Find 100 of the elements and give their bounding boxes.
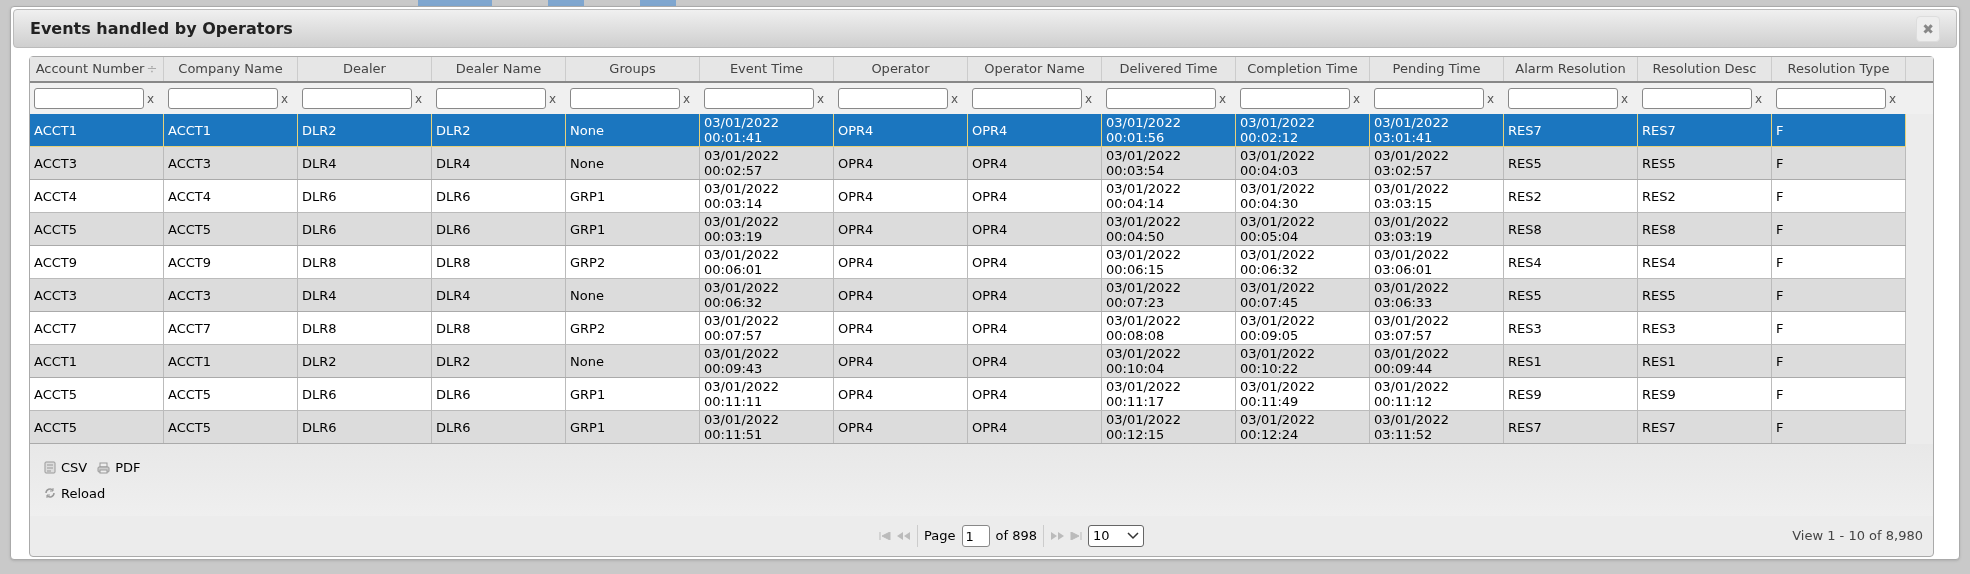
table-cell: OPR4 <box>834 147 968 179</box>
table-cell: RES7 <box>1638 411 1772 443</box>
filter-field[interactable] <box>704 88 814 109</box>
table-cell: DLR6 <box>298 213 432 245</box>
table-cell: DLR6 <box>298 180 432 212</box>
table-cell: 03/01/2022 00:04:30 <box>1236 180 1370 212</box>
clear-filter-button[interactable]: x <box>817 89 825 108</box>
table-cell: RES3 <box>1638 312 1772 344</box>
export-button[interactable]: CSV <box>44 458 88 478</box>
clear-filter-button[interactable]: x <box>683 89 691 108</box>
table-row[interactable]: ACCT5 ACCT5 DLR6 DLR6 GRP1 03/01/2022 00:03:19 OPR4 OPR4 03/01/2022 00:04:50 03/01/2022 00:05:04 03/01/2022 03:03:19 RES8 RES8 F <box>30 213 1906 246</box>
filter-field[interactable] <box>436 88 546 109</box>
clear-filter-button[interactable]: x <box>415 89 423 108</box>
clear-filter-button[interactable]: x <box>951 89 959 108</box>
filter-field[interactable] <box>302 88 412 109</box>
reload-button[interactable]: Reload <box>44 483 106 503</box>
filter-field[interactable] <box>1106 88 1216 109</box>
table-cell: RES5 <box>1504 279 1638 311</box>
table-cell: RES7 <box>1504 114 1638 146</box>
table-row[interactable]: ACCT1 ACCT1 DLR2 DLR2 None 03/01/2022 00:09:43 OPR4 OPR4 03/01/2022 00:10:04 03/01/2022 00:10:22 03/01/2022 00:09:44 RES1 RES1 F <box>30 345 1906 378</box>
table-cell: 03/01/2022 00:11:49 <box>1236 378 1370 410</box>
table-cell: OPR4 <box>834 213 968 245</box>
filter-field[interactable] <box>34 88 144 109</box>
table-cell: RES2 <box>1504 180 1638 212</box>
table-cell: OPR4 <box>968 411 1102 443</box>
table-cell: ACCT7 <box>30 312 164 344</box>
table-cell: F <box>1772 246 1906 278</box>
filter-field[interactable] <box>972 88 1082 109</box>
export-button[interactable]: PDF <box>97 458 141 478</box>
table-row[interactable]: ACCT1 ACCT1 DLR2 DLR2 None 03/01/2022 00:01:41 OPR4 OPR4 03/01/2022 00:01:56 03/01/2022 00:02:12 03/01/2022 03:01:41 RES7 RES7 F <box>30 114 1906 147</box>
table-cell: 03/01/2022 00:02:57 <box>700 147 834 179</box>
table-cell: DLR6 <box>432 180 566 212</box>
table-row[interactable]: ACCT9 ACCT9 DLR8 DLR8 GRP2 03/01/2022 00:06:01 OPR4 OPR4 03/01/2022 00:06:15 03/01/2022 00:06:32 03/01/2022 03:06:01 RES4 RES4 F <box>30 246 1906 279</box>
page-field[interactable]: 1 <box>961 525 990 547</box>
table-cell: RES8 <box>1504 213 1638 245</box>
table-cell: 03/01/2022 00:03:14 <box>700 180 834 212</box>
table-cell: F <box>1772 312 1906 344</box>
table-cell: F <box>1772 378 1906 410</box>
clear-filter-button[interactable]: x <box>1085 89 1093 108</box>
table-cell: ACCT5 <box>164 378 298 410</box>
table-cell: F <box>1772 180 1906 212</box>
clear-filter-button[interactable]: x <box>147 89 155 108</box>
filter-field[interactable] <box>1508 88 1618 109</box>
table-cell: RES2 <box>1638 180 1772 212</box>
table-cell: OPR4 <box>834 114 968 146</box>
table-row[interactable]: ACCT3 ACCT3 DLR4 DLR4 None 03/01/2022 00:06:32 OPR4 OPR4 03/01/2022 00:07:23 03/01/2022 00:07:45 03/01/2022 03:06:33 RES5 RES5 F <box>30 279 1906 312</box>
clear-filter-button[interactable]: x <box>1487 89 1495 108</box>
clear-filter-button[interactable]: x <box>281 89 289 108</box>
filter-field[interactable] <box>1374 88 1484 109</box>
table-cell: DLR4 <box>432 147 566 179</box>
table-cell: 03/01/2022 00:12:15 <box>1102 411 1236 443</box>
table-cell: 03/01/2022 00:11:17 <box>1102 378 1236 410</box>
page-size-select[interactable]: 10 <box>1088 525 1144 547</box>
table-cell: RES1 <box>1504 345 1638 377</box>
table-cell: 03/01/2022 00:01:56 <box>1102 114 1236 146</box>
table-cell: OPR4 <box>968 312 1102 344</box>
clear-filter-button[interactable]: x <box>549 89 557 108</box>
table-cell: DLR2 <box>432 114 566 146</box>
table-cell: 03/01/2022 00:02:12 <box>1236 114 1370 146</box>
filter-field[interactable] <box>168 88 278 109</box>
table-cell: ACCT5 <box>30 411 164 443</box>
table-cell: DLR2 <box>298 345 432 377</box>
filter-field[interactable] <box>838 88 948 109</box>
table-cell: ACCT5 <box>30 213 164 245</box>
table-cell: DLR2 <box>432 345 566 377</box>
clear-filter-button[interactable]: x <box>1219 89 1227 108</box>
table-row[interactable]: ACCT4 ACCT4 DLR6 DLR6 GRP1 03/01/2022 00:03:14 OPR4 OPR4 03/01/2022 00:04:14 03/01/2022 00:04:30 03/01/2022 03:03:15 RES2 RES2 F <box>30 180 1906 213</box>
table-cell: 03/01/2022 03:11:52 <box>1370 411 1504 443</box>
table-cell: 03/01/2022 00:11:51 <box>700 411 834 443</box>
filter-field[interactable] <box>1240 88 1350 109</box>
table-cell: None <box>566 147 700 179</box>
table-cell: RES5 <box>1638 279 1772 311</box>
table-cell: OPR4 <box>968 345 1102 377</box>
table-cell: OPR4 <box>834 180 968 212</box>
table-cell: RES5 <box>1504 147 1638 179</box>
table-cell: F <box>1772 345 1906 377</box>
clear-filter-button[interactable]: x <box>1353 89 1361 108</box>
table-cell: OPR4 <box>968 213 1102 245</box>
table-cell: RES1 <box>1638 345 1772 377</box>
table-row[interactable]: ACCT5 ACCT5 DLR6 DLR6 GRP1 03/01/2022 00:11:11 OPR4 OPR4 03/01/2022 00:11:17 03/01/2022 00:11:49 03/01/2022 00:11:12 RES9 RES9 F <box>30 378 1906 411</box>
table-cell: DLR8 <box>298 246 432 278</box>
filter-field[interactable] <box>570 88 680 109</box>
clear-filter-button[interactable]: x <box>1621 89 1629 108</box>
table-row[interactable]: ACCT7 ACCT7 DLR8 DLR8 GRP2 03/01/2022 00:07:57 OPR4 OPR4 03/01/2022 00:08:08 03/01/2022 00:09:05 03/01/2022 03:07:57 RES3 RES3 F <box>30 312 1906 345</box>
table-row[interactable]: ACCT3 ACCT3 DLR4 DLR4 None 03/01/2022 00:02:57 OPR4 OPR4 03/01/2022 00:03:54 03/01/2022 00:04:03 03/01/2022 03:02:57 RES5 RES5 F <box>30 147 1906 180</box>
filter-field[interactable] <box>1642 88 1752 109</box>
table-row[interactable]: ACCT5 ACCT5 DLR6 DLR6 GRP1 03/01/2022 00:11:51 OPR4 OPR4 03/01/2022 00:12:15 03/01/2022 00:12:24 03/01/2022 03:11:52 RES7 RES7 F <box>30 411 1906 444</box>
table-cell: 03/01/2022 00:09:43 <box>700 345 834 377</box>
clear-filter-button[interactable]: x <box>1755 89 1763 108</box>
table-cell: 03/01/2022 00:08:08 <box>1102 312 1236 344</box>
table-cell: ACCT1 <box>30 114 164 146</box>
table-cell: 03/01/2022 00:11:12 <box>1370 378 1504 410</box>
table-cell: F <box>1772 147 1906 179</box>
table-cell: DLR8 <box>432 246 566 278</box>
table-cell: 03/01/2022 00:01:41 <box>700 114 834 146</box>
table-cell: 03/01/2022 00:09:05 <box>1236 312 1370 344</box>
clear-filter-button[interactable]: x <box>1889 89 1897 108</box>
table-cell: 03/01/2022 00:11:11 <box>700 378 834 410</box>
filter-field[interactable] <box>1776 88 1886 109</box>
sort-icon: ÷ <box>146 59 158 79</box>
